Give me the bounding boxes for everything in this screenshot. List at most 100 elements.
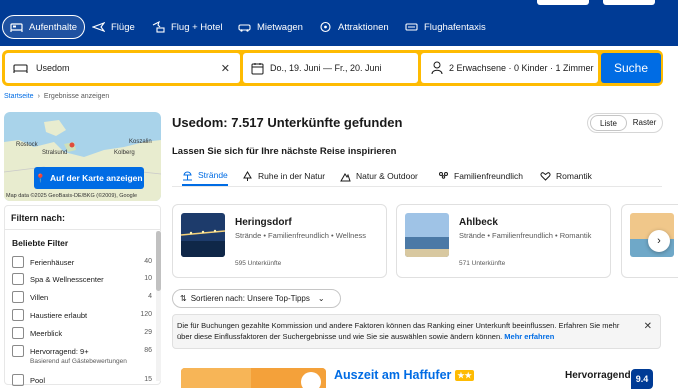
favorite-heart-button[interactable]: [301, 372, 321, 392]
header-button-stub[interactable]: [603, 0, 655, 5]
filter-label: Ferienhäuser: [30, 258, 75, 267]
chevron-down-icon: ⌄: [317, 294, 325, 303]
tab-label: Aufenthalte: [29, 21, 78, 33]
checkbox[interactable]: [12, 374, 24, 386]
checkbox[interactable]: [12, 256, 24, 268]
tab-outdoor[interactable]: Natur & Outdoor: [340, 166, 418, 186]
review-score: 9.4: [631, 369, 653, 389]
filter-count: 15: [144, 376, 152, 383]
filter-scrollbar[interactable]: [156, 231, 161, 381]
map-city-label: Rostock: [16, 142, 38, 148]
theme-label: Natur & Outdoor: [356, 171, 418, 181]
filter-option[interactable]: Haustiere erlaubt 120: [12, 309, 152, 321]
filter-panel: Filtern nach: Beliebte Filter Ferienhäus…: [4, 205, 161, 386]
checkbox[interactable]: [12, 327, 24, 339]
search-bar: Usedom ✕ Do., 19. Juni — Fr., 20. Juni 2…: [2, 50, 663, 86]
attraction-icon: [320, 21, 331, 33]
tab-attractions[interactable]: Attraktionen: [312, 15, 396, 39]
filter-option[interactable]: Hervorragend: 9+ Basierend auf Gästebewer…: [12, 345, 152, 365]
sort-icon: ⇅: [180, 294, 187, 303]
destination-count: 571 Unterkünfte: [459, 260, 506, 267]
map-city-label: Kolberg: [114, 150, 135, 156]
filter-count: 29: [144, 329, 152, 336]
view-list-button[interactable]: Liste: [590, 115, 627, 131]
destination-photo: [181, 213, 225, 257]
person-icon: [431, 61, 443, 75]
tab-family[interactable]: Familienfreundlich: [438, 166, 523, 186]
outdoor-icon: [340, 172, 351, 181]
taxi-icon: [405, 23, 418, 31]
destination-photo: [405, 213, 449, 257]
plane-icon: [92, 22, 105, 32]
tab-label: Attraktionen: [338, 21, 389, 33]
bed-icon: [13, 63, 28, 73]
close-icon[interactable]: ✕: [644, 321, 652, 332]
filter-count: 4: [148, 293, 152, 300]
scrollbar-thumb[interactable]: [156, 231, 161, 291]
header-button-stub[interactable]: [537, 0, 589, 5]
guests-field[interactable]: 2 Erwachsene · 0 Kinder · 1 Zimmer: [421, 53, 598, 83]
destination-card[interactable]: Heringsdorf Strände • Familienfreundlich…: [172, 204, 387, 278]
checkbox[interactable]: [12, 273, 24, 285]
tab-car-rental[interactable]: Mietwagen: [231, 15, 310, 39]
guests-value: 2 Erwachsene · 0 Kinder · 1 Zimmer: [449, 63, 594, 73]
filter-option[interactable]: Villen 4: [12, 291, 152, 303]
tab-label: Flug + Hotel: [171, 21, 223, 33]
sort-dropdown[interactable]: ⇅ Sortieren nach: Unsere Top-Tipps ⌄: [172, 289, 341, 308]
checkbox[interactable]: [12, 309, 24, 321]
bed-icon: [10, 23, 23, 32]
tab-nature-rest[interactable]: Ruhe in der Natur: [242, 166, 325, 186]
tab-flights[interactable]: Flüge: [85, 15, 142, 39]
star-rating: ★★: [455, 369, 474, 381]
checkbox[interactable]: [12, 291, 24, 303]
carousel-next-button[interactable]: ›: [648, 230, 670, 252]
breadcrumb-current: Ergebnisse anzeigen: [43, 93, 110, 100]
show-on-map-label: Auf der Karte anzeigen: [50, 173, 143, 183]
learn-more-link[interactable]: Mehr erfahren: [504, 332, 554, 341]
breadcrumb: Startseite › Ergebnisse anzeigen: [4, 93, 109, 100]
sort-label: Sortieren nach: Unsere Top-Tipps: [190, 294, 310, 303]
filter-label: Meerblick: [30, 329, 63, 338]
hotel-name-link[interactable]: Auszeit am Haffufer ★★: [334, 368, 474, 382]
tab-romance[interactable]: Romantik: [540, 166, 592, 186]
map-preview[interactable]: Rostock Stralsund Koszalin Kolberg 📍 Auf…: [4, 112, 161, 201]
inspiration-heading: Lassen Sie sich für Ihre nächste Reise i…: [172, 146, 397, 157]
theme-label: Ruhe in der Natur: [258, 171, 326, 181]
checkbox[interactable]: [12, 345, 24, 357]
car-icon: [238, 24, 251, 32]
filter-option[interactable]: Spa & Wellnesscenter 10: [12, 273, 152, 285]
destination-count: 595 Unterkünfte: [235, 260, 282, 267]
search-button[interactable]: Suche: [601, 53, 661, 83]
rating-label: Hervorragend: [565, 370, 631, 381]
filter-option[interactable]: Ferienhäuser 40: [12, 256, 152, 268]
plane-bed-icon: [152, 21, 165, 33]
destination-tags: Strände • Familienfreundlich • Wellness: [235, 231, 367, 240]
filter-option[interactable]: Meerblick 29: [12, 327, 152, 339]
date-field[interactable]: Do., 19. Juni — Fr., 20. Juni: [243, 53, 418, 83]
clear-icon[interactable]: ✕: [221, 62, 230, 75]
filter-count: 86: [144, 347, 152, 354]
romance-icon: [540, 171, 551, 181]
top-header: Aufenthalte Flüge Flug + Hotel Mietwagen…: [0, 0, 678, 46]
tab-airport-taxis[interactable]: Flughafentaxis: [398, 15, 493, 39]
view-toggle: Liste Raster: [587, 113, 663, 133]
destination-field[interactable]: Usedom ✕: [5, 53, 240, 83]
filter-option[interactable]: Pool 15: [12, 374, 152, 386]
breadcrumb-home-link[interactable]: Startseite: [4, 93, 34, 100]
tab-stays[interactable]: Aufenthalte: [2, 15, 86, 39]
theme-tabs: Strände Ruhe in der Natur Natur & Outdoo…: [172, 163, 662, 187]
tab-label: Flughafentaxis: [424, 21, 486, 33]
map-credit: Map data ©2025 GeoBasis-DE/BKG (©2009), …: [6, 193, 138, 199]
family-icon: [439, 171, 448, 179]
tab-beaches[interactable]: Strände: [182, 166, 228, 186]
theme-label: Romantik: [556, 171, 592, 181]
filter-section-title: Beliebte Filter: [12, 238, 69, 248]
destination-card[interactable]: Ahlbeck Strände • Familienfreundlich • R…: [396, 204, 611, 278]
view-grid-button[interactable]: Raster: [627, 115, 662, 131]
page-title: Usedom: 7.517 Unterkünfte gefunden: [172, 115, 403, 130]
destination-name: Heringsdorf: [235, 217, 292, 228]
show-on-map-button[interactable]: 📍 Auf der Karte anzeigen: [34, 167, 144, 189]
tab-flight-hotel[interactable]: Flug + Hotel: [145, 15, 230, 39]
ranking-info-banner: Die für Buchungen gezahlte Kommission un…: [172, 314, 661, 349]
map-city-label: Stralsund: [42, 150, 68, 156]
